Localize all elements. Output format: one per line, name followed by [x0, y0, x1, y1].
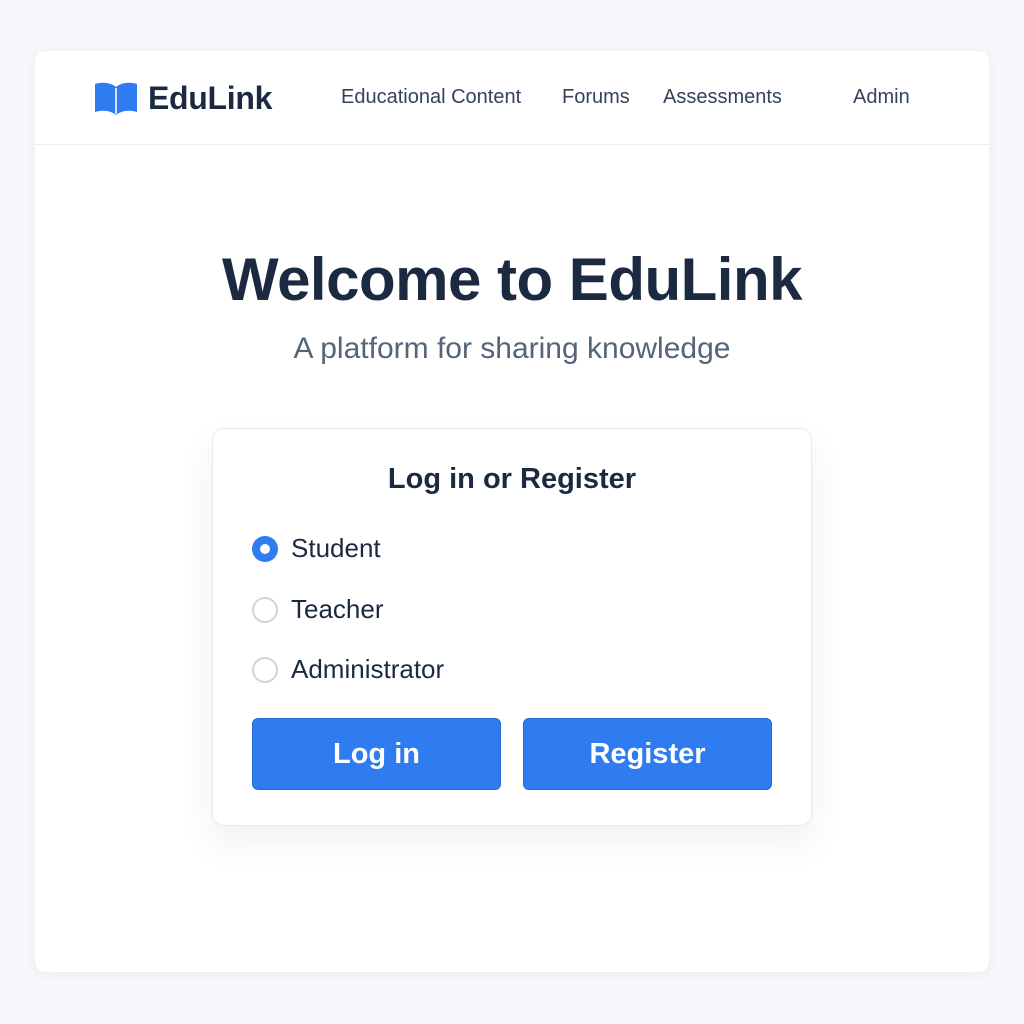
page-title: Welcome to EduLink [222, 246, 802, 313]
nav-link-assessments[interactable]: Assessments [663, 86, 782, 109]
nav-link-educational-content[interactable]: Educational Content [341, 86, 521, 109]
top-nav-bar: EduLink Educational Content Forums Asses… [35, 51, 989, 145]
role-option-teacher[interactable]: Teacher [252, 594, 384, 625]
role-label-administrator: Administrator [291, 654, 445, 684]
register-button[interactable]: Register [523, 718, 772, 790]
role-label-teacher: Teacher [291, 594, 384, 624]
open-book-icon [95, 82, 137, 115]
page-subtitle: A platform for sharing knowledge [293, 332, 731, 365]
radio-selected-dot [260, 543, 270, 554]
login-button[interactable]: Log in [252, 718, 501, 790]
brand-logo[interactable]: EduLink [94, 80, 272, 117]
role-option-administrator[interactable]: Administrator [252, 654, 444, 685]
role-label-student: Student [291, 533, 381, 563]
role-radio-student[interactable] [252, 535, 278, 562]
brand-name: EduLink [148, 80, 273, 116]
nav-link-forums[interactable]: Forums [562, 86, 630, 109]
role-radio-teacher[interactable] [252, 596, 278, 623]
auth-card-title: Log in or Register [387, 463, 637, 495]
role-radio-administrator[interactable] [252, 656, 278, 683]
nav-link-admin[interactable]: Admin [853, 86, 910, 109]
role-option-student[interactable]: Student [252, 533, 381, 564]
auth-card: Log in or Register Student Teacher Admin… [212, 428, 812, 826]
app-window: EduLink Educational Content Forums Asses… [35, 51, 989, 972]
